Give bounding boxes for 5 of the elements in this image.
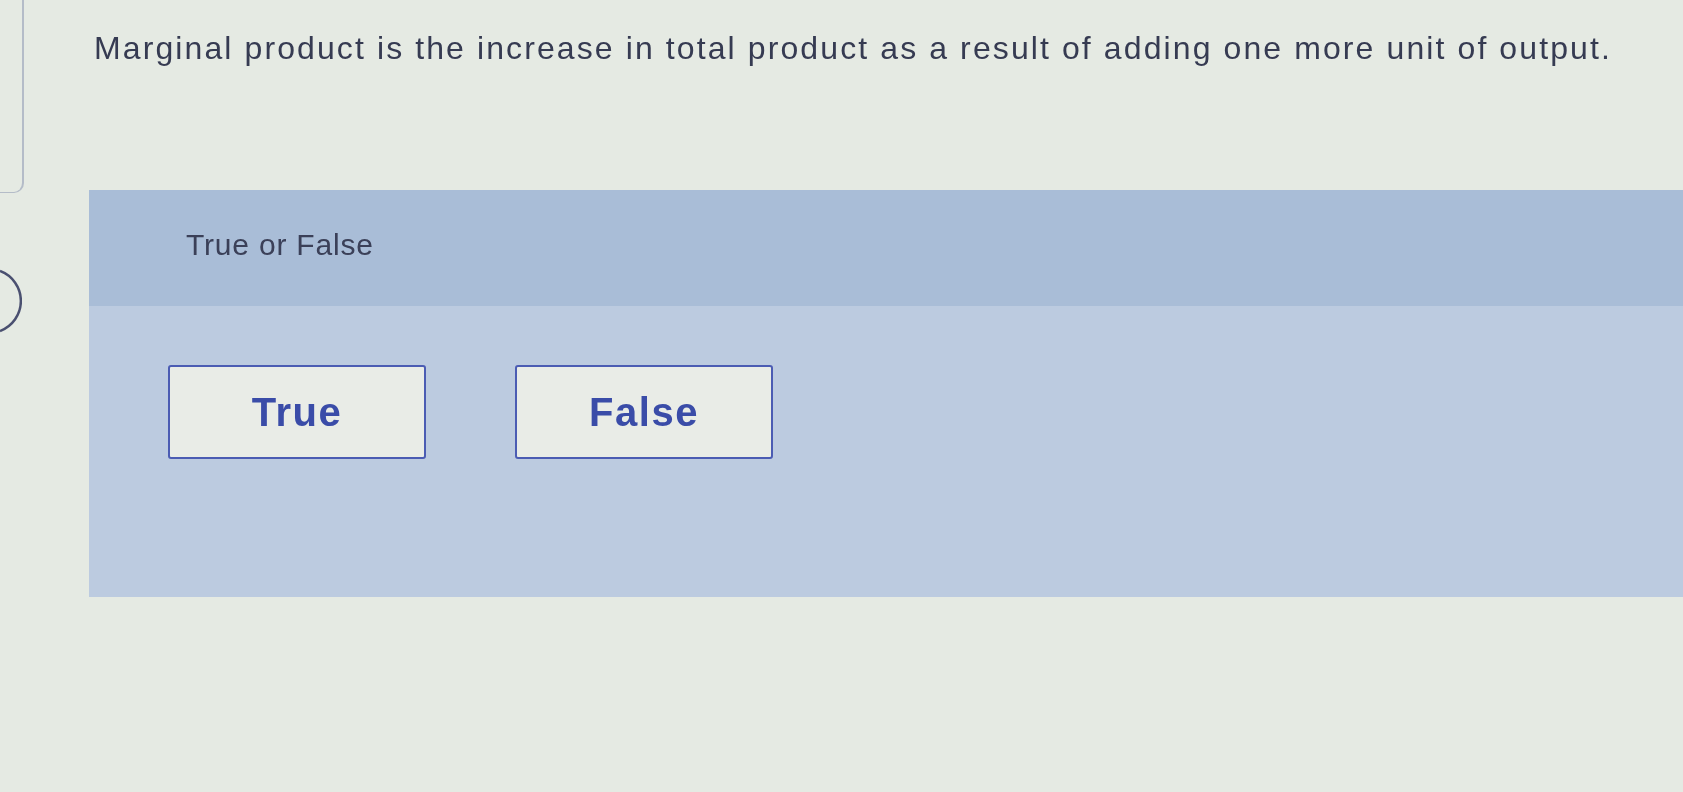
- answer-option-button[interactable]: True: [168, 365, 426, 459]
- question-text: Marginal product is the increase in total product as a result of adding one more unit of output.: [94, 29, 1613, 67]
- round-button-edge-icon: [0, 268, 22, 334]
- prompt-text: True or False: [186, 228, 374, 261]
- answer-option-button[interactable]: False: [515, 365, 773, 459]
